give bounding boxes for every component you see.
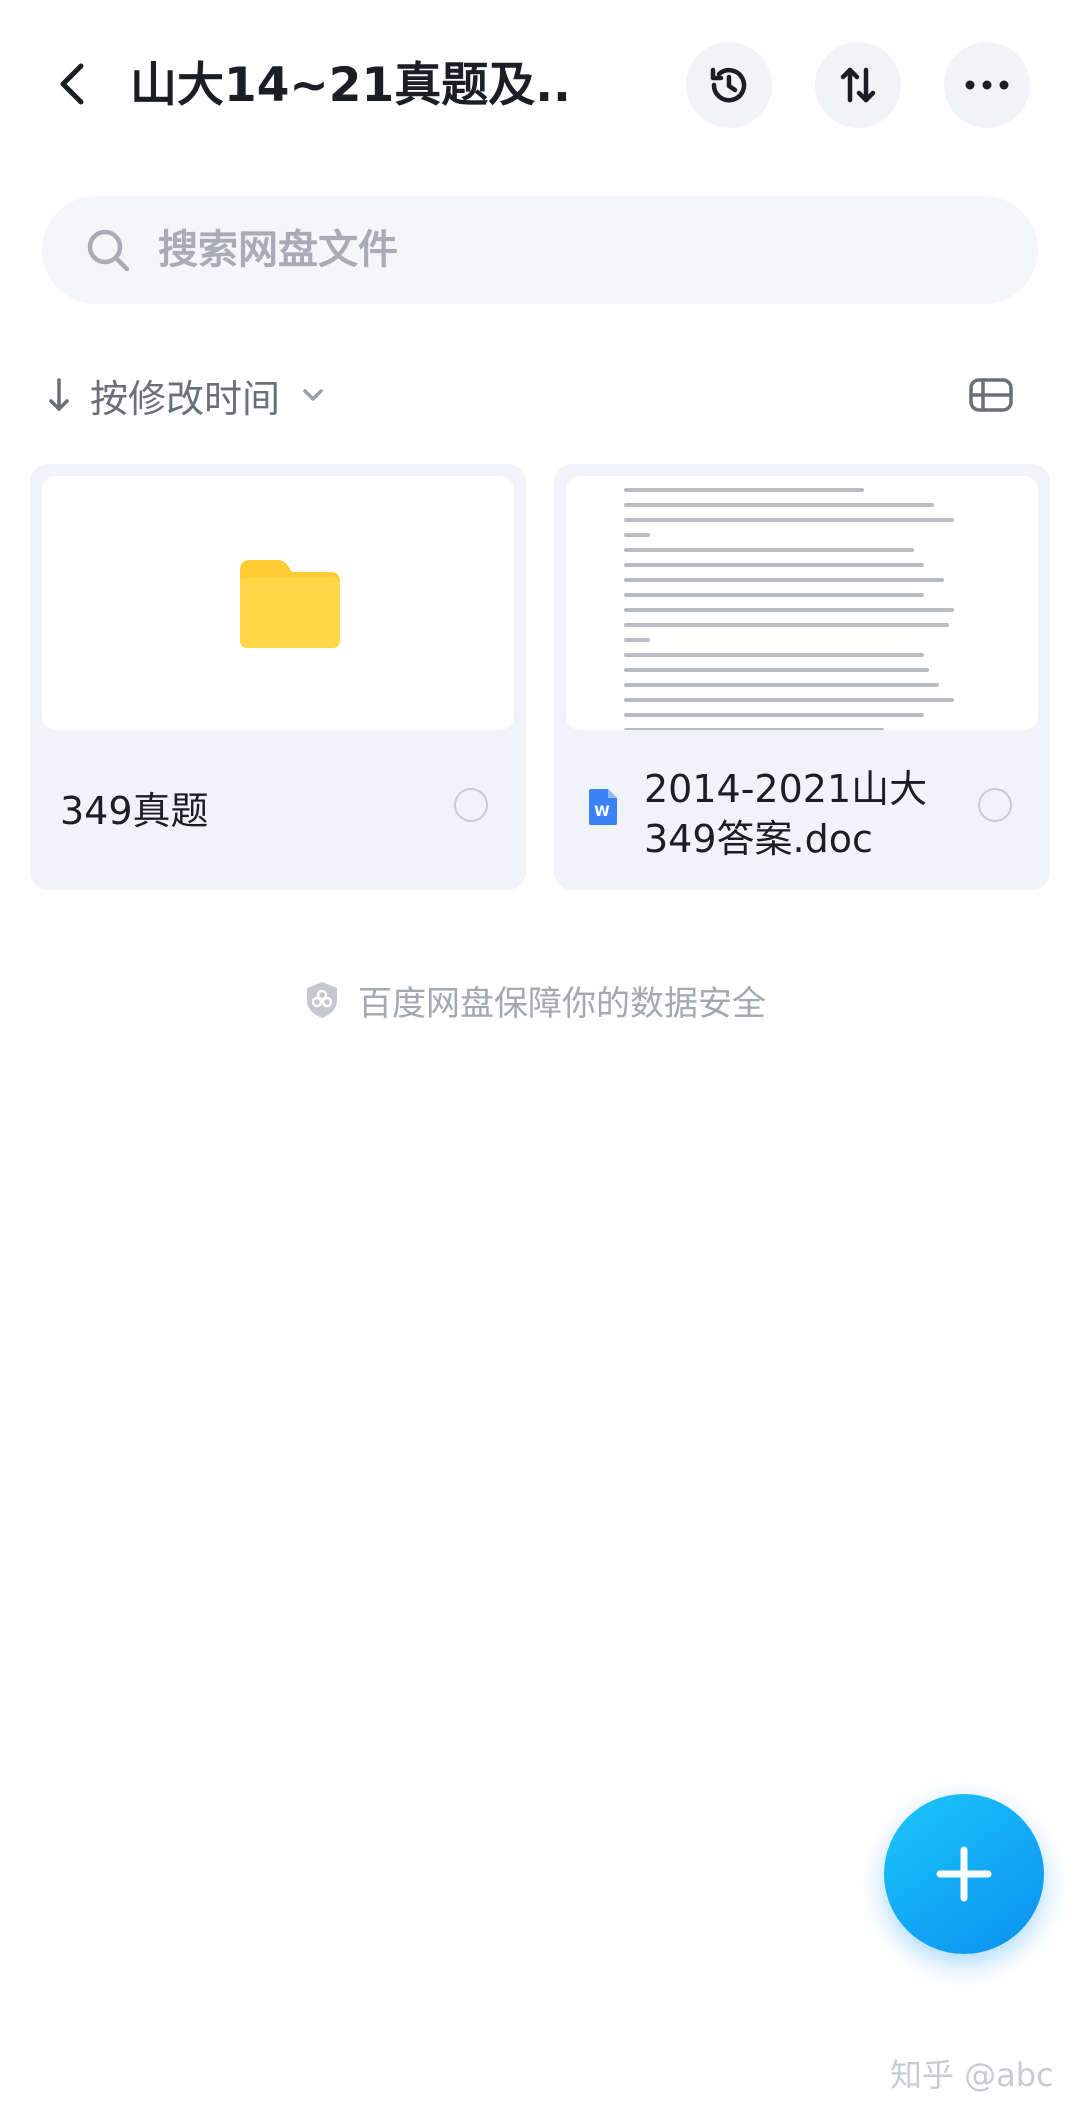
sort-label: 按修改时间 <box>90 376 281 421</box>
search-icon <box>87 229 130 272</box>
top-bar: 山大14~21真题及... <box>0 0 1080 172</box>
security-note-text: 百度网盘保障你的数据安全 <box>358 983 766 1024</box>
watermark: 知乎 @abc <box>890 2056 1054 2094</box>
security-note: 百度网盘保障你的数据安全 <box>304 975 766 1025</box>
arrow-down-icon <box>42 370 76 420</box>
back-button[interactable] <box>40 52 104 116</box>
file-name: 349真题 <box>60 789 209 833</box>
file-card-folder[interactable]: 349真题 <box>30 464 526 890</box>
sort-selector[interactable]: 按修改时间 <box>42 362 328 428</box>
file-name-line1: 2014-2021山大 <box>644 767 928 811</box>
folder-thumbnail <box>42 476 514 730</box>
history-clock-icon <box>710 67 747 103</box>
doc-thumbnail <box>566 476 1038 730</box>
word-icon: W <box>589 789 617 825</box>
folder-icon <box>240 560 340 648</box>
svg-text:W: W <box>594 804 609 820</box>
chevron-down-icon <box>298 380 328 410</box>
page-title: 山大14~21真题及... <box>130 58 570 113</box>
search-input[interactable]: 搜索网盘文件 <box>158 196 398 304</box>
file-name-line2: 349答案.doc <box>644 817 873 861</box>
doc-preview-lines <box>624 488 974 730</box>
file-name: 2014-2021山大 349答案.doc <box>644 764 927 864</box>
chevron-left-icon <box>60 63 84 105</box>
search-bar[interactable]: 搜索网盘文件 <box>42 196 1038 304</box>
sort-button[interactable] <box>815 42 901 128</box>
file-card-doc[interactable]: W 2014-2021山大 349答案.doc <box>554 464 1050 890</box>
select-radio[interactable] <box>454 788 488 822</box>
sort-arrows-icon <box>840 67 876 103</box>
more-button[interactable] <box>944 42 1030 128</box>
list-view-icon[interactable] <box>968 375 1014 415</box>
more-dots-icon <box>965 80 1009 90</box>
select-radio[interactable] <box>978 788 1012 822</box>
history-button[interactable] <box>686 42 772 128</box>
plus-icon <box>936 1846 992 1902</box>
shield-icon <box>307 982 337 1018</box>
add-button[interactable] <box>884 1794 1044 1954</box>
